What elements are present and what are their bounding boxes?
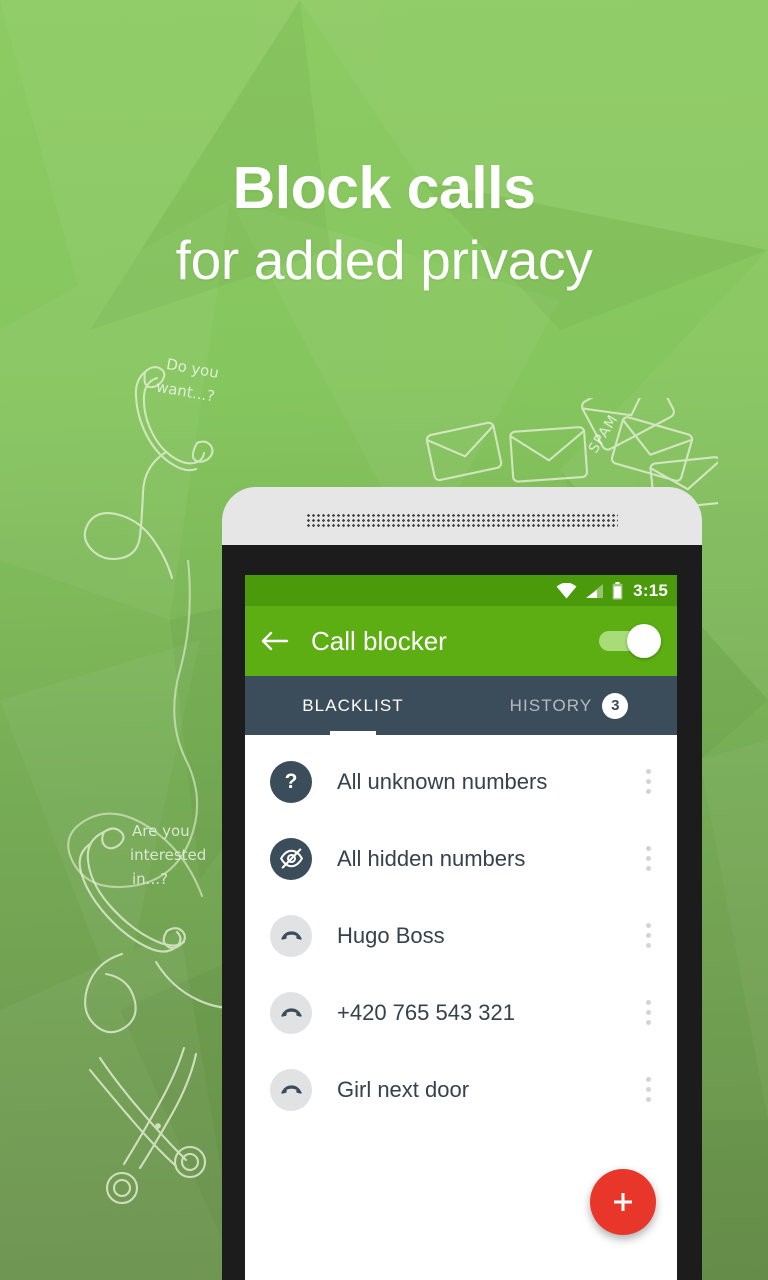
- signal-icon: [586, 583, 604, 598]
- list-item-label: All unknown numbers: [337, 768, 548, 794]
- overflow-menu-icon[interactable]: [633, 990, 663, 1036]
- app-title: Call blocker: [311, 625, 447, 656]
- headline-line-1: Block calls: [232, 155, 536, 221]
- app-toolbar: Call blocker: [245, 606, 677, 676]
- list-item[interactable]: ? All unknown numbers: [245, 743, 677, 820]
- eye-off-icon: [270, 837, 312, 880]
- tab-bar: BLACKLIST HISTORY 3: [245, 676, 677, 735]
- call-end-icon: [270, 991, 312, 1034]
- tab-history[interactable]: HISTORY 3: [461, 676, 677, 735]
- blacklist-list: ? All unknown numbers All hidden numbers: [245, 735, 677, 1128]
- speaker-grille-icon: [306, 513, 618, 529]
- overflow-menu-icon[interactable]: [633, 836, 663, 882]
- list-item[interactable]: +420 765 543 321: [245, 974, 677, 1051]
- doodle-text-are-you: Are you interested in...?: [130, 822, 211, 888]
- overflow-menu-icon[interactable]: [633, 1067, 663, 1113]
- question-mark-icon: ?: [270, 760, 312, 803]
- tab-blacklist-label: BLACKLIST: [302, 695, 404, 715]
- tab-blacklist[interactable]: BLACKLIST: [245, 676, 461, 735]
- promo-headline: Block calls for added privacy: [0, 158, 768, 288]
- list-item[interactable]: All hidden numbers: [245, 820, 677, 897]
- overflow-menu-icon[interactable]: [633, 759, 663, 805]
- list-item-label: Girl next door: [337, 1076, 470, 1102]
- call-end-icon: [270, 1068, 312, 1111]
- list-item[interactable]: Hugo Boss: [245, 897, 677, 974]
- list-item-label: Hugo Boss: [337, 922, 445, 948]
- add-number-fab[interactable]: [590, 1169, 656, 1235]
- list-item[interactable]: Girl next door: [245, 1051, 677, 1128]
- battery-icon: [612, 581, 623, 600]
- list-item-label: All hidden numbers: [337, 845, 526, 871]
- tab-history-label: HISTORY: [509, 695, 593, 715]
- history-count-badge: 3: [602, 692, 629, 719]
- status-bar: 3:15: [245, 575, 677, 606]
- status-bar-clock: 3:15: [633, 580, 668, 600]
- phone-mockup: 3:15 Call blocker BLACKLIST HISTORY 3 ? …: [222, 487, 702, 1280]
- phone-top-bezel: [222, 487, 702, 549]
- call-end-icon: [270, 914, 312, 957]
- headline-line-2: for added privacy: [175, 229, 593, 292]
- list-item-label: +420 765 543 321: [337, 999, 516, 1025]
- overflow-menu-icon[interactable]: [633, 913, 663, 959]
- plus-icon: [614, 1193, 632, 1211]
- phone-screen: 3:15 Call blocker BLACKLIST HISTORY 3 ? …: [245, 575, 677, 1280]
- doodle-text-spam: SPAM: [586, 412, 622, 456]
- back-arrow-icon[interactable]: [261, 629, 289, 653]
- doodle-text-do-you: Do you want...?: [155, 354, 225, 406]
- wifi-icon: [556, 582, 577, 598]
- promo-screenshot: Block calls for added privacy Do you wan…: [0, 0, 768, 1280]
- call-blocker-toggle[interactable]: [599, 624, 661, 658]
- toggle-thumb: [627, 624, 661, 658]
